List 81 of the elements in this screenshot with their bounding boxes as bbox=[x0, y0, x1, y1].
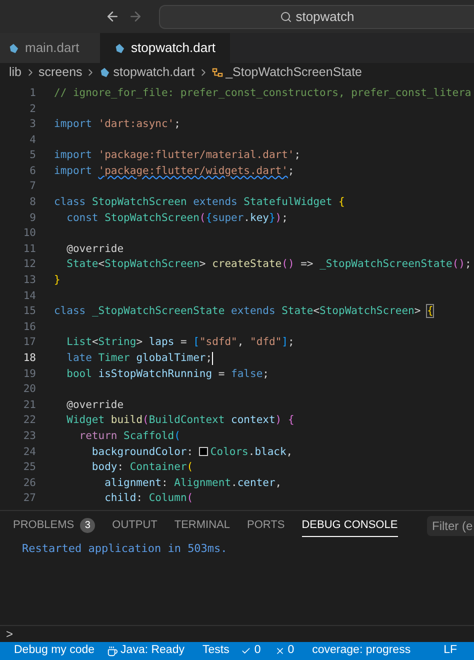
java-status[interactable]: Java: Ready bbox=[106, 642, 184, 660]
code-line: // ignore_for_file: prefer_const_constructors, prefer_const_litera bbox=[54, 86, 472, 101]
close-icon bbox=[274, 646, 285, 656]
code-line: child: Column( bbox=[104, 491, 194, 506]
dart-icon bbox=[8, 42, 19, 54]
back-icon[interactable] bbox=[105, 9, 120, 24]
breadcrumb-item[interactable]: lib bbox=[9, 63, 22, 82]
search-field[interactable]: stopwatch bbox=[159, 4, 474, 28]
line-number: 15 bbox=[22, 304, 37, 320]
line-number: 2 bbox=[28, 102, 37, 117]
code-line: import 'package:flutter/material.dart'; bbox=[54, 148, 301, 164]
line-number: 3 bbox=[28, 117, 37, 132]
panel-tab[interactable]: DEBUG CONSOLE bbox=[302, 515, 398, 537]
line-number: 9 bbox=[28, 210, 37, 226]
code-line: List<String> laps = ["sdfd", "dfd"]; bbox=[66, 335, 294, 350]
code-line: backgroundColor: Colors.black, bbox=[90, 444, 293, 460]
editor-tab[interactable]: stopwatch.dart bbox=[100, 33, 230, 63]
line-number: 27 bbox=[22, 491, 37, 506]
code-line: @override bbox=[66, 242, 124, 257]
forward-icon[interactable] bbox=[128, 9, 143, 24]
code-line: alignment: Alignment.center, bbox=[104, 476, 282, 491]
line-number: 1 bbox=[28, 86, 37, 101]
line-number: 20 bbox=[22, 382, 37, 398]
breadcrumb-item[interactable]: stopwatch.dart bbox=[113, 63, 195, 82]
cup-icon bbox=[106, 646, 118, 656]
panel-tab[interactable]: TERMINAL bbox=[174, 515, 230, 537]
line-number: 13 bbox=[22, 273, 37, 288]
line-number: 18 bbox=[22, 351, 37, 366]
line-number: 24 bbox=[22, 444, 37, 460]
panel-tab[interactable]: OUTPUT bbox=[112, 515, 158, 537]
code-line: class StopWatchScreen extends StatefulWidget { bbox=[54, 195, 345, 210]
code-line: } bbox=[54, 273, 60, 288]
line-number: 23 bbox=[22, 428, 37, 444]
dart-icon bbox=[114, 42, 125, 54]
line-number: 22 bbox=[22, 413, 37, 428]
count-badge: 3 bbox=[80, 518, 96, 533]
line-number: 12 bbox=[22, 257, 37, 272]
status-item[interactable]: LF bbox=[444, 642, 457, 660]
status-item[interactable]: coverage: progress bbox=[312, 642, 411, 660]
code-line: import 'dart:async'; bbox=[54, 117, 180, 132]
code-line: class _StopWatchScreenState extends State<StopWatchScreen> { bbox=[54, 304, 434, 320]
console-output: Restarted application in 503ms. bbox=[22, 541, 228, 557]
line-number: 7 bbox=[28, 179, 37, 194]
code-line: return Scaffold( bbox=[78, 428, 180, 444]
code-line: State<StopWatchScreen> createState() => _StopWatchScreenState(); bbox=[66, 257, 472, 272]
panel-tab[interactable]: PROBLEMS 3 bbox=[13, 515, 96, 537]
status-item[interactable]: Debug my code bbox=[14, 642, 95, 660]
line-number: 10 bbox=[22, 226, 37, 242]
line-number: 25 bbox=[22, 460, 37, 476]
search-icon bbox=[280, 10, 292, 22]
line-number: 21 bbox=[22, 398, 37, 413]
line-number: 26 bbox=[22, 476, 37, 491]
line-number: 16 bbox=[22, 320, 37, 335]
class-icon bbox=[212, 67, 223, 78]
breadcrumb-item[interactable]: _StopWatchScreenState bbox=[226, 63, 362, 82]
filter-field[interactable]: Filter (e bbox=[427, 516, 474, 536]
check-icon bbox=[241, 646, 252, 656]
code-line: body: Container( bbox=[90, 460, 194, 476]
code-line: import 'package:flutter/widgets.dart'; bbox=[54, 164, 294, 179]
breadcrumb-item[interactable]: screens bbox=[38, 63, 82, 82]
dart-icon bbox=[99, 67, 110, 78]
line-number: 11 bbox=[22, 242, 37, 257]
line-number: 6 bbox=[28, 164, 37, 179]
line-number: 8 bbox=[28, 195, 37, 210]
line-number: 4 bbox=[28, 132, 37, 148]
code-line: Widget build(BuildContext context) { bbox=[66, 413, 294, 428]
code-line: const StopWatchScreen({super.key}); bbox=[66, 210, 288, 226]
editor-tab[interactable]: main.dart bbox=[0, 33, 100, 63]
line-number: 19 bbox=[22, 366, 37, 382]
status-item[interactable]: Tests bbox=[202, 642, 230, 660]
line-number: 5 bbox=[28, 148, 37, 164]
code-line: late Timer globalTimer; bbox=[66, 351, 214, 367]
color-swatch-icon[interactable] bbox=[199, 447, 208, 456]
line-number: 14 bbox=[22, 288, 37, 304]
line-number: 17 bbox=[22, 335, 37, 350]
passed-count[interactable]: 0 bbox=[241, 642, 261, 660]
panel-tab[interactable]: PORTS bbox=[247, 515, 285, 537]
text-cursor bbox=[212, 352, 214, 365]
code-line: @override bbox=[66, 398, 124, 413]
code-line: bool isStopWatchRunning = false; bbox=[66, 366, 269, 382]
failed-count[interactable]: 0 bbox=[274, 642, 294, 660]
